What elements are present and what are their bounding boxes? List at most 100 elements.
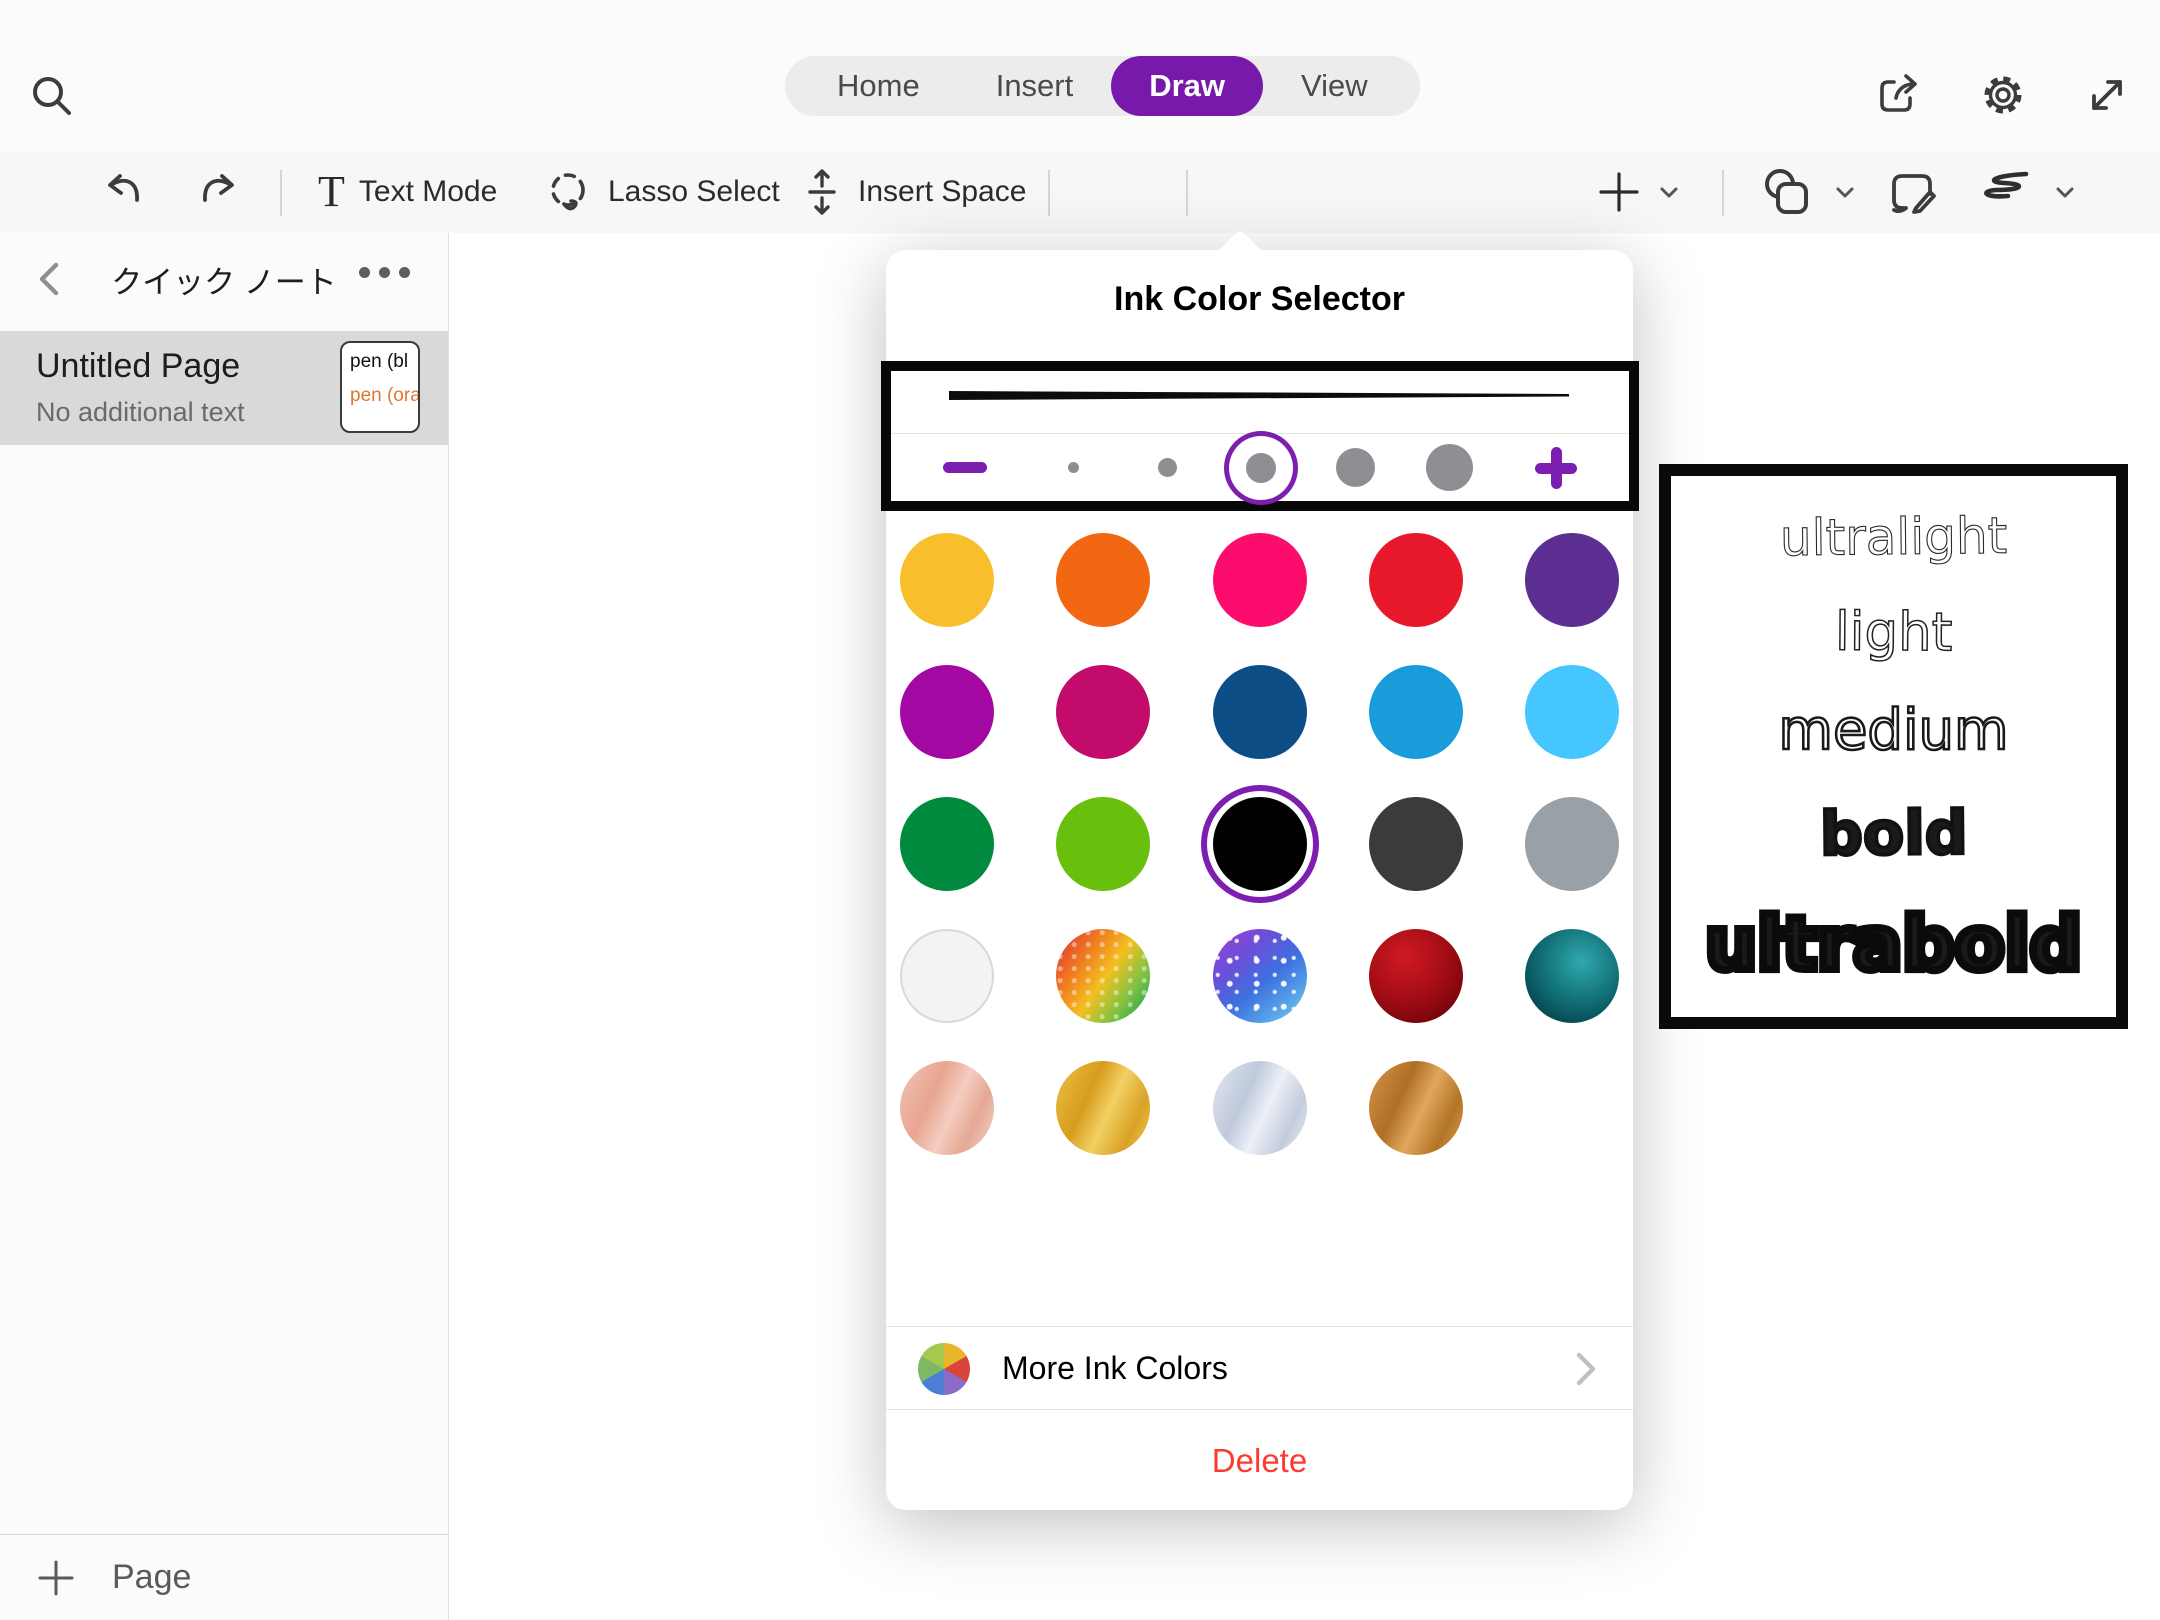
color-swatch-rainbow-glitter[interactable]	[1056, 929, 1150, 1023]
add-pen-button[interactable]	[1596, 152, 1682, 232]
color-swatch-sky-blue[interactable]	[1525, 665, 1619, 759]
text-mode-icon: T	[318, 170, 345, 214]
undo-button[interactable]	[100, 152, 152, 232]
ink-squiggle-button[interactable]	[1974, 152, 2078, 232]
color-swatch-dark-blue[interactable]	[1213, 665, 1307, 759]
decrease-thickness-button[interactable]	[943, 462, 987, 473]
stroke-width-preview	[949, 389, 1569, 403]
add-page-button[interactable]: Page	[0, 1534, 448, 1620]
page-sidebar: クイック ノート Untitled Page No additional tex…	[0, 233, 449, 1620]
top-bar: HomeInsertDrawView	[0, 0, 2160, 152]
onenote-app: HomeInsertDrawView T Text Mode	[0, 0, 2160, 1620]
lasso-select-button[interactable]: Lasso Select	[542, 152, 780, 232]
insert-space-button[interactable]: Insert Space	[800, 152, 1026, 232]
color-swatch-yellow[interactable]	[900, 533, 994, 627]
increase-thickness-button[interactable]	[1535, 447, 1577, 489]
search-icon[interactable]	[28, 72, 76, 120]
top-right-icons	[1874, 70, 2132, 120]
toolbar-divider	[1048, 170, 1050, 216]
handwriting-sample-medium: medium	[1778, 703, 2008, 759]
tab-bar: HomeInsertDrawView	[785, 56, 1420, 116]
text-mode-button[interactable]: T Text Mode	[318, 152, 497, 232]
delete-pen-button[interactable]: Delete	[886, 1409, 1633, 1511]
page-subtitle: No additional text	[36, 397, 245, 428]
more-ink-colors-label: More Ink Colors	[1002, 1350, 1228, 1387]
popup-title: Ink Color Selector	[886, 280, 1633, 319]
tab-home[interactable]: Home	[799, 56, 958, 116]
color-swatch-gold[interactable]	[1056, 1061, 1150, 1155]
toolbar-divider	[1186, 170, 1188, 216]
color-swatch-blue[interactable]	[1369, 665, 1463, 759]
handwriting-sample-ultralight: ultralight	[1780, 511, 2008, 563]
lasso-select-label: Lasso Select	[608, 175, 780, 209]
settings-gear-icon[interactable]	[1978, 70, 2028, 120]
color-swatch-red[interactable]	[1369, 533, 1463, 627]
ink-squiggle-icon	[1974, 164, 2038, 220]
color-swatch-orange[interactable]	[1056, 533, 1150, 627]
color-swatch-pink[interactable]	[1213, 533, 1307, 627]
color-swatch-teal-marble[interactable]	[1525, 929, 1619, 1023]
color-wheel-icon	[918, 1343, 970, 1395]
lasso-icon	[542, 166, 594, 218]
insert-space-label: Insert Space	[858, 175, 1026, 209]
ink-color-selector-popup: Ink Color Selector More Ink Colors	[886, 250, 1633, 1510]
color-swatch-black-selected[interactable]	[1213, 797, 1307, 891]
color-swatch-gray[interactable]	[1525, 797, 1619, 891]
note-canvas[interactable]: Ink Color Selector More Ink Colors	[449, 233, 2160, 1620]
color-swatch-dark-gray[interactable]	[1369, 797, 1463, 891]
thickness-size-3-selected[interactable]	[1229, 436, 1293, 500]
chevron-down-icon	[2052, 179, 2078, 205]
color-swatch-rose-gold[interactable]	[900, 1061, 994, 1155]
page-thumbnail: pen (bl pen (ora	[340, 341, 420, 433]
shapes-icon	[1758, 164, 1818, 220]
toolbar-divider	[1722, 170, 1724, 216]
fullscreen-icon[interactable]	[2082, 70, 2132, 120]
color-swatch-green[interactable]	[900, 797, 994, 891]
thickness-size-5[interactable]	[1417, 436, 1481, 500]
color-swatch-raspberry[interactable]	[1056, 665, 1150, 759]
color-swatch-purple[interactable]	[1525, 533, 1619, 627]
draw-toolbar: T Text Mode Lasso Select Insert Space	[0, 152, 2160, 234]
thickness-size-2[interactable]	[1135, 436, 1199, 500]
thickness-size-4[interactable]	[1323, 436, 1387, 500]
toolbar-divider	[280, 170, 282, 216]
page-list-item-selected[interactable]: Untitled Page No additional text pen (bl…	[0, 331, 448, 445]
page-title: Untitled Page	[36, 347, 240, 386]
more-ink-colors-button[interactable]: More Ink Colors	[886, 1326, 1633, 1410]
handwriting-sample-ultrabold: ultrabold	[1705, 908, 2082, 981]
ink-annotate-button[interactable]	[1886, 152, 1942, 232]
insert-space-icon	[800, 166, 844, 218]
ink-annotate-icon	[1886, 164, 1942, 220]
tab-view[interactable]: View	[1263, 56, 1406, 116]
color-swatch-silver[interactable]	[1213, 1061, 1307, 1155]
color-swatch-lime-green[interactable]	[1056, 797, 1150, 891]
thickness-controls	[891, 434, 1629, 501]
tab-insert[interactable]: Insert	[958, 56, 1112, 116]
tab-draw[interactable]: Draw	[1111, 56, 1263, 116]
add-page-label: Page	[112, 1558, 191, 1597]
color-swatch-white[interactable]	[900, 929, 994, 1023]
text-mode-label: Text Mode	[359, 175, 497, 209]
thickness-annotation-rectangle	[881, 361, 1639, 511]
chevron-down-icon	[1832, 179, 1858, 205]
delete-label: Delete	[1212, 1442, 1307, 1480]
color-swatch-magenta[interactable]	[900, 665, 994, 759]
stroke-weight-sample-box: ultralight light medium bold ultrabold	[1659, 464, 2128, 1029]
color-swatch-red-marble[interactable]	[1369, 929, 1463, 1023]
color-swatch-bronze[interactable]	[1369, 1061, 1463, 1155]
share-icon[interactable]	[1874, 70, 1924, 120]
redo-button[interactable]	[190, 152, 242, 232]
sidebar-header: クイック ノート	[0, 233, 448, 325]
section-more-button[interactable]	[359, 267, 410, 278]
shapes-button[interactable]	[1758, 152, 1858, 232]
handwriting-sample-bold: bold	[1819, 803, 1967, 864]
color-swatch-galaxy[interactable]	[1213, 929, 1307, 1023]
popup-arrow	[1216, 229, 1264, 277]
chevron-down-icon	[1656, 179, 1682, 205]
thickness-dots	[1041, 436, 1481, 500]
color-grid	[900, 533, 1619, 1155]
notebook-section-title: クイック ノート	[0, 257, 448, 302]
plus-icon	[36, 1558, 76, 1598]
thickness-size-1[interactable]	[1041, 436, 1105, 500]
handwriting-sample-light: light	[1835, 606, 1953, 660]
